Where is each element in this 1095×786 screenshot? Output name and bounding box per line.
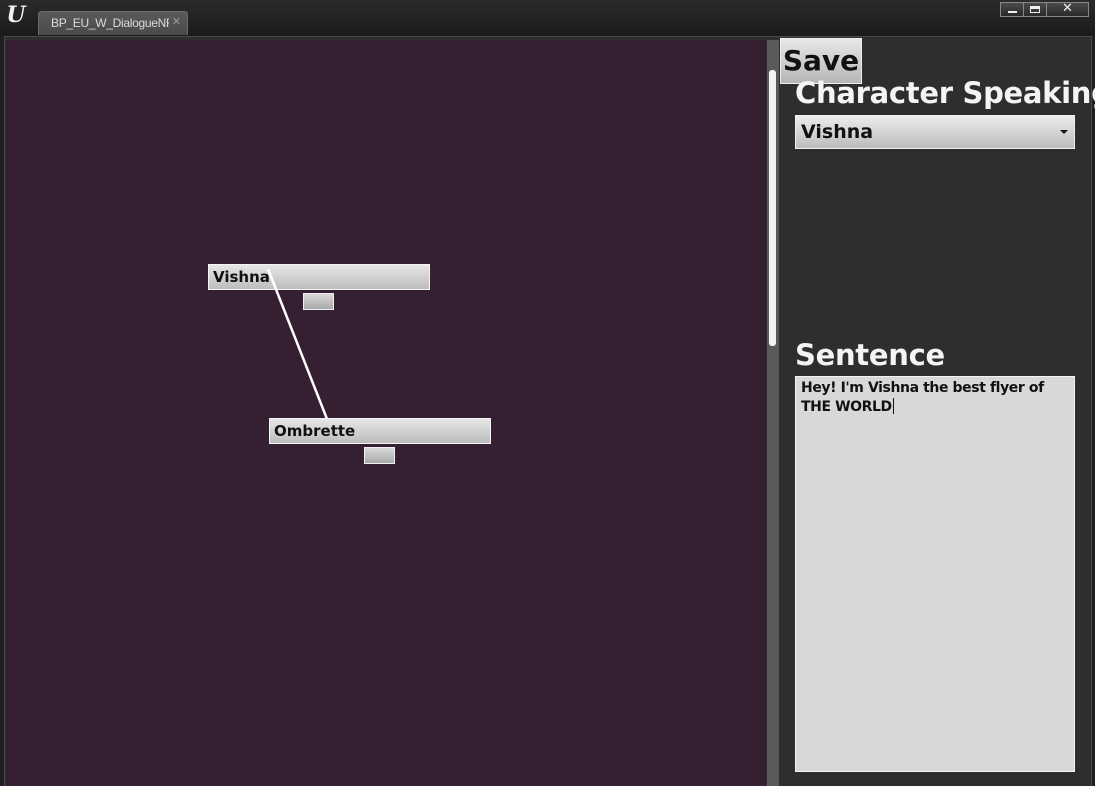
close-icon: ✕: [1062, 1, 1073, 16]
minimize-icon: [1008, 11, 1017, 13]
dialogue-node-vishna[interactable]: Vishna: [208, 264, 430, 290]
tab-title: BP_EU_W_DialogueNF: [51, 16, 169, 30]
maximize-icon: [1030, 6, 1040, 13]
close-window-button[interactable]: ✕: [1046, 1, 1089, 17]
sentence-text: Hey! I'm Vishna the best flyer of THE WO…: [801, 380, 1044, 415]
character-speaking-heading: Character Speaking: [795, 76, 1095, 110]
text-caret: [892, 398, 894, 414]
graph-scrollbar[interactable]: [767, 40, 779, 786]
node-label: Ombrette: [274, 422, 356, 440]
sentence-text-field[interactable]: Hey! I'm Vishna the best flyer of THE WO…: [795, 376, 1075, 772]
tab-close-icon[interactable]: ✕: [172, 15, 181, 28]
node-label: Vishna: [213, 268, 270, 286]
title-bar: U BP_EU_W_DialogueNF ✕ ✕: [0, 0, 1095, 36]
dialogue-node-ombrette[interactable]: Ombrette: [269, 418, 491, 444]
maximize-button[interactable]: [1023, 2, 1047, 17]
chevron-down-icon: [1060, 130, 1068, 134]
dialogue-graph-canvas[interactable]: Vishna Ombrette: [6, 40, 766, 786]
character-speaking-dropdown[interactable]: Vishna: [795, 115, 1075, 149]
minimize-button[interactable]: [1000, 2, 1024, 17]
tab-dialogue-blueprint[interactable]: BP_EU_W_DialogueNF ✕: [38, 11, 188, 35]
scrollbar-thumb[interactable]: [769, 70, 776, 346]
unreal-engine-logo-icon[interactable]: U: [3, 2, 29, 28]
window-controls: ✕: [1000, 1, 1090, 18]
node-output-pin[interactable]: [364, 447, 395, 464]
node-output-pin[interactable]: [303, 293, 334, 310]
sentence-heading: Sentence: [795, 338, 945, 372]
dropdown-selected-value: Vishna: [801, 121, 874, 143]
